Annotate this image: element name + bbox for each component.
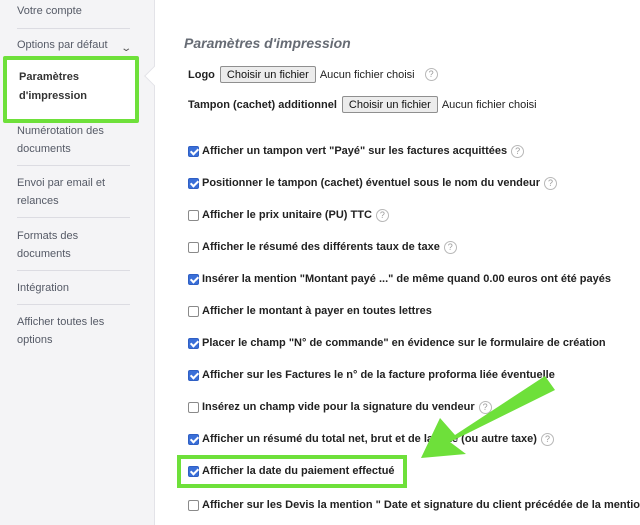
- option-label: Afficher le prix unitaire (PU) TTC: [202, 209, 372, 221]
- help-icon[interactable]: ?: [443, 240, 457, 254]
- sidebar-item-label: Intégration: [17, 282, 69, 294]
- option-label: Afficher un résumé du total net, brut et…: [202, 433, 537, 445]
- stamp-label: Tampon (cachet) additionnel: [188, 98, 337, 111]
- option-row[interactable]: Afficher le montant à payer en toutes le…: [188, 303, 432, 319]
- checkbox-checked[interactable]: [188, 433, 199, 445]
- sidebar-item-label: documents: [17, 143, 71, 155]
- option-row[interactable]: Afficher un tampon vert "Payé" sur les f…: [188, 143, 525, 159]
- checkbox-checked[interactable]: [188, 177, 199, 189]
- option-label: Afficher sur les Factures le n° de la fa…: [202, 369, 555, 381]
- sidebar-item-numerotation[interactable]: Numérotation des documents: [17, 122, 130, 166]
- highlight-box: [177, 455, 407, 488]
- checkbox-unchecked[interactable]: [188, 209, 199, 221]
- help-icon[interactable]: ?: [540, 432, 554, 446]
- help-icon[interactable]: ?: [544, 176, 558, 190]
- sidebar-item-label: Options par défaut: [17, 39, 108, 51]
- main-content: Paramètres d'impression Logo Choisir un …: [156, 0, 640, 525]
- option-label: Insérez un champ vide pour la signature …: [202, 401, 475, 413]
- sidebar-item-label: Envoi par email et: [17, 177, 106, 189]
- option-row[interactable]: Insérer la mention "Montant payé ..." de…: [188, 271, 611, 287]
- logo-file-button[interactable]: Choisir un fichier: [219, 66, 316, 83]
- option-label: Positionner le tampon (cachet) éventuel …: [202, 177, 541, 189]
- help-icon[interactable]: ?: [511, 144, 525, 158]
- option-row[interactable]: Afficher sur les Devis la mention " Date…: [188, 497, 640, 513]
- checkbox-checked[interactable]: [188, 145, 199, 157]
- help-icon[interactable]: ?: [478, 400, 492, 414]
- sidebar-item-label: Formats des: [17, 230, 79, 242]
- option-row[interactable]: Positionner le tampon (cachet) éventuel …: [188, 175, 558, 191]
- option-row[interactable]: Afficher le résumé des différents taux d…: [188, 239, 457, 255]
- help-icon[interactable]: ?: [375, 208, 389, 222]
- page-title: Paramètres d'impression: [184, 35, 351, 51]
- option-label: Placer le champ "N° de commande" en évid…: [202, 337, 606, 349]
- stamp-file-status: Aucun fichier choisi: [441, 98, 537, 111]
- sidebar-item-toutes-options[interactable]: Afficher toutes les options: [17, 313, 130, 351]
- checkbox-checked[interactable]: [188, 369, 199, 381]
- sidebar-item-envoi-email[interactable]: Envoi par email et relances: [17, 174, 130, 218]
- checkbox-unchecked[interactable]: [188, 305, 199, 317]
- sidebar-item-integration[interactable]: Intégration: [17, 279, 130, 305]
- sidebar-item-label: Numérotation des: [17, 125, 104, 137]
- option-row[interactable]: Afficher sur les Factures le n° de la fa…: [188, 367, 555, 383]
- option-row[interactable]: Afficher un résumé du total net, brut et…: [188, 431, 554, 447]
- option-label: Afficher un tampon vert "Payé" sur les f…: [202, 145, 508, 157]
- sidebar-item-votre-compte[interactable]: Votre compte: [17, 2, 130, 29]
- option-row[interactable]: Afficher le prix unitaire (PU) TTC?: [188, 207, 389, 223]
- option-label: Afficher le montant à payer en toutes le…: [202, 305, 432, 317]
- checkbox-checked[interactable]: [188, 337, 199, 349]
- checkbox-unchecked[interactable]: [188, 401, 199, 413]
- sidebar-item-label: options: [17, 334, 53, 346]
- option-label: Afficher le résumé des différents taux d…: [202, 241, 440, 253]
- stamp-file-button[interactable]: Choisir un fichier: [341, 96, 438, 113]
- sidebar-item-formats[interactable]: Formats des documents: [17, 227, 130, 271]
- logo-label: Logo: [188, 68, 215, 81]
- sidebar-item-label: Afficher toutes les: [17, 316, 105, 328]
- sidebar-item-parametres-impression[interactable]: Paramètres d'impression: [3, 56, 139, 123]
- sidebar-item-label: Paramètres: [19, 71, 79, 83]
- option-label: Afficher sur les Devis la mention " Date…: [202, 499, 640, 511]
- logo-row: Logo Choisir un fichier Aucun fichier ch…: [188, 66, 438, 83]
- sidebar-item-label: Votre compte: [17, 5, 82, 17]
- sidebar-item-label: documents: [17, 248, 71, 260]
- checkbox-checked[interactable]: [188, 273, 199, 285]
- sidebar-item-label: d'impression: [19, 90, 88, 102]
- sidebar-item-label: relances: [17, 195, 59, 207]
- option-label: Insérer la mention "Montant payé ..." de…: [202, 273, 611, 285]
- checkbox-unchecked[interactable]: [188, 499, 199, 511]
- checkbox-unchecked[interactable]: [188, 241, 199, 253]
- help-icon[interactable]: ?: [424, 68, 438, 81]
- stamp-row: Tampon (cachet) additionnel Choisir un f…: [188, 96, 537, 113]
- option-row[interactable]: Placer le champ "N° de commande" en évid…: [188, 335, 606, 351]
- sidebar: Votre compte Options par défaut ⌄ Paramè…: [0, 0, 155, 525]
- option-row[interactable]: Insérez un champ vide pour la signature …: [188, 399, 492, 415]
- logo-file-status: Aucun fichier choisi: [319, 68, 415, 81]
